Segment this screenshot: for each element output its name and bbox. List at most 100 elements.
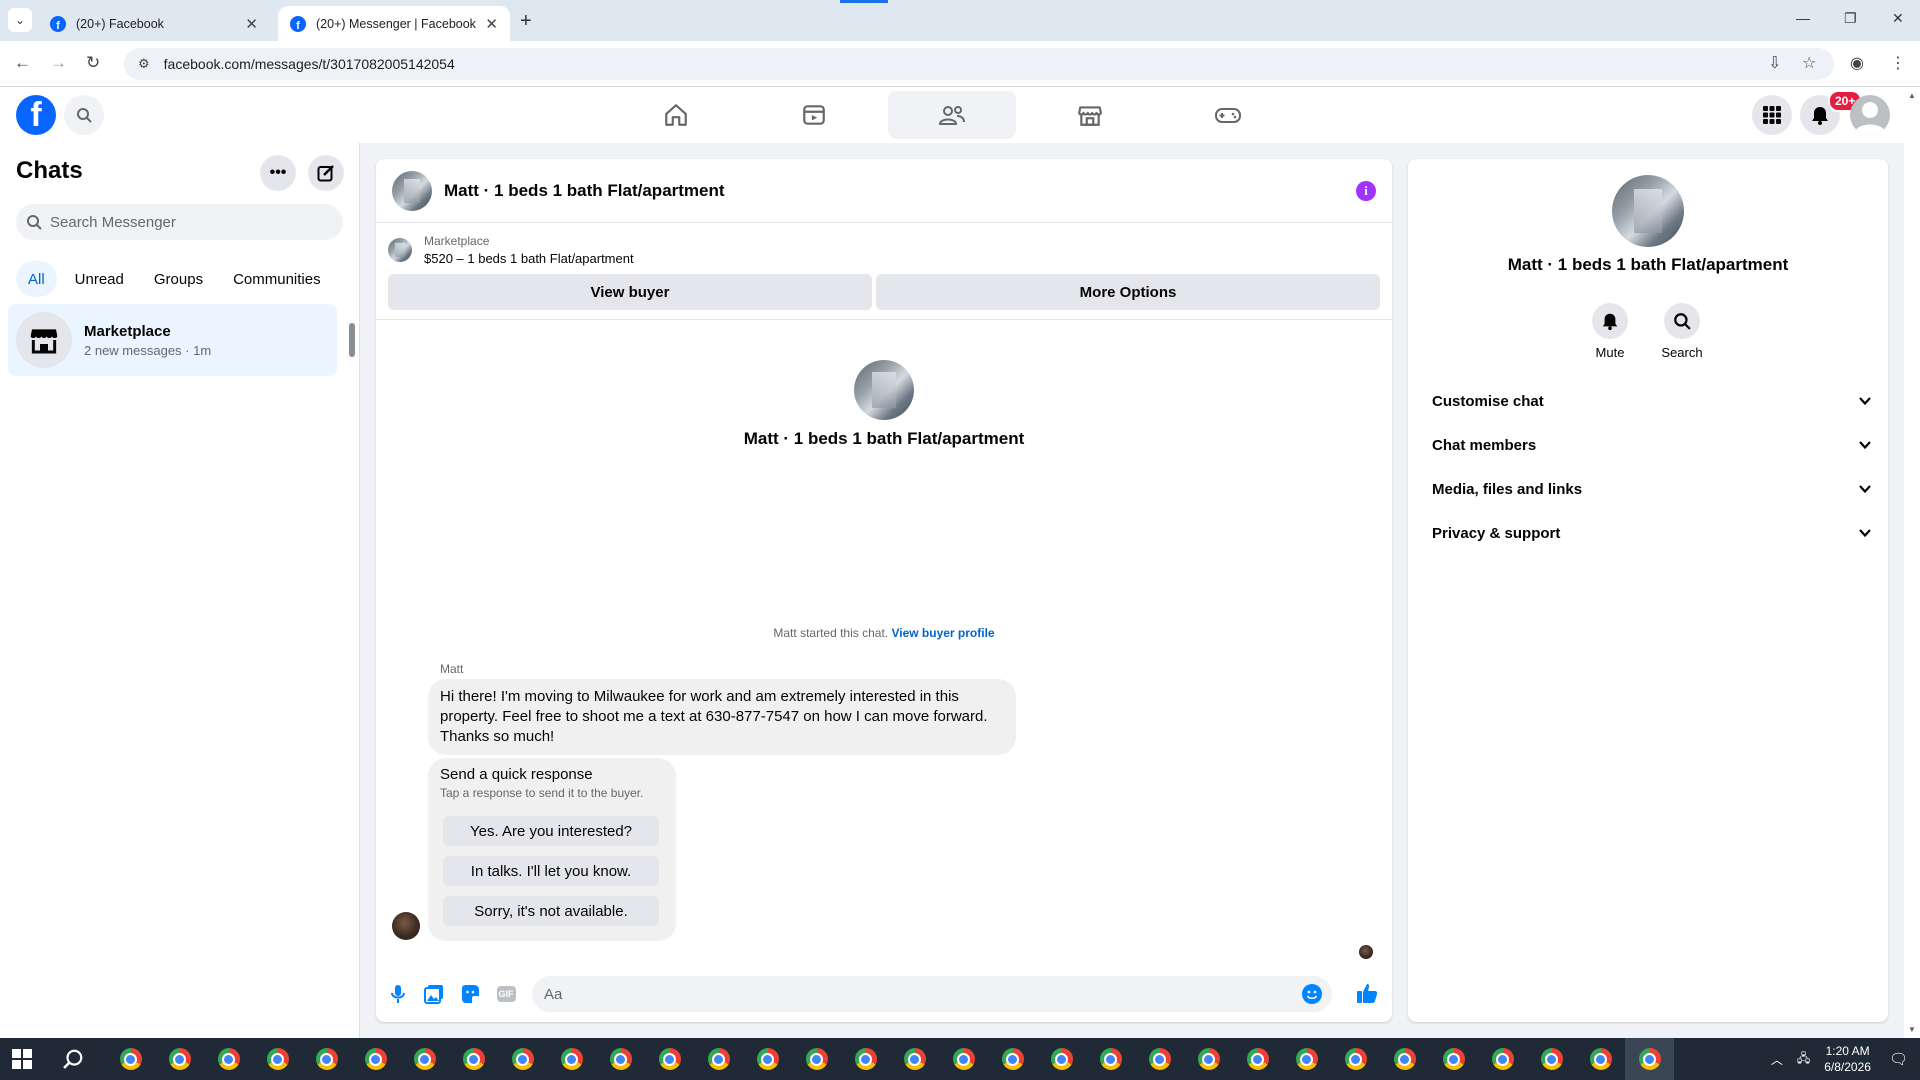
minimize-icon[interactable]: — (1796, 10, 1810, 26)
view-buyer-profile-link[interactable]: View buyer profile (891, 626, 994, 640)
install-app-icon[interactable]: ⇩ (1768, 53, 1781, 73)
back-icon[interactable]: ← (14, 53, 31, 73)
reload-icon[interactable]: ↻ (86, 53, 100, 73)
new-message-button[interactable] (308, 155, 344, 191)
attach-photo-button[interactable] (424, 984, 444, 1004)
sticker-button[interactable] (460, 984, 480, 1004)
filter-communities[interactable]: Communities (221, 261, 333, 297)
nav-video[interactable] (750, 91, 878, 139)
site-settings-icon[interactable]: ⚙ (138, 56, 150, 72)
section-chat-members[interactable]: Chat members (1416, 423, 1880, 467)
quick-response-option[interactable]: In talks. I'll let you know. (443, 856, 659, 886)
taskbar-chrome-app[interactable] (302, 1038, 351, 1080)
filter-groups[interactable]: Groups (142, 261, 215, 297)
taskbar-chrome-app[interactable] (204, 1038, 253, 1080)
taskbar-chrome-app[interactable] (1135, 1038, 1184, 1080)
taskbar-chrome-app[interactable] (743, 1038, 792, 1080)
taskbar-chrome-app[interactable] (253, 1038, 302, 1080)
chat-list-item[interactable]: Marketplace 2 new messages · 1m (8, 304, 337, 376)
search-messenger-input[interactable] (50, 213, 320, 231)
nav-gaming[interactable] (1164, 91, 1292, 139)
taskbar-chrome-app[interactable] (155, 1038, 204, 1080)
section-customise-chat[interactable]: Customise chat (1416, 379, 1880, 423)
taskbar-chrome-app[interactable] (351, 1038, 400, 1080)
message-input-field[interactable] (532, 976, 1332, 1012)
taskbar-chrome-app[interactable] (890, 1038, 939, 1080)
taskbar-chrome-app[interactable] (645, 1038, 694, 1080)
filter-unread[interactable]: Unread (63, 261, 136, 297)
quick-response-option[interactable]: Yes. Are you interested? (443, 816, 659, 846)
emoji-button[interactable] (1302, 984, 1322, 1004)
taskbar-chrome-app[interactable] (792, 1038, 841, 1080)
taskbar-chrome-app[interactable] (841, 1038, 890, 1080)
scroll-up-icon[interactable]: ▲ (1908, 91, 1916, 100)
close-window-icon[interactable]: ✕ (1892, 10, 1904, 27)
taskbar-chrome-app[interactable] (1478, 1038, 1527, 1080)
url-omnibox[interactable]: ⚙ facebook.com/messages/t/30170820051420… (124, 48, 1834, 80)
search-in-conversation-button[interactable]: Search (1652, 303, 1712, 360)
network-icon[interactable]: 🖧 (1797, 1049, 1810, 1070)
taskbar-chrome-app[interactable] (106, 1038, 155, 1080)
taskbar-chrome-app[interactable] (547, 1038, 596, 1080)
facebook-logo[interactable]: f (16, 95, 56, 135)
info-icon[interactable]: i (1356, 181, 1376, 201)
browser-tab-facebook[interactable]: f (20+) Facebook ✕ (38, 6, 270, 41)
forward-icon[interactable]: → (50, 53, 67, 73)
taskbar-chrome-app[interactable] (498, 1038, 547, 1080)
chat-options-button[interactable]: ••• (260, 155, 296, 191)
close-icon[interactable]: ✕ (485, 15, 498, 33)
nav-home[interactable] (612, 91, 740, 139)
taskbar-chrome-app[interactable] (400, 1038, 449, 1080)
taskbar-chrome-app[interactable] (596, 1038, 645, 1080)
voice-clip-button[interactable] (388, 984, 408, 1004)
tab-search-button[interactable]: ⌄ (8, 8, 32, 32)
taskbar-chrome-app[interactable] (1380, 1038, 1429, 1080)
browser-menu-icon[interactable]: ⋮ (1890, 53, 1906, 73)
nav-friends[interactable] (888, 91, 1016, 139)
view-buyer-button[interactable]: View buyer (388, 274, 872, 310)
profile-icon[interactable]: ◉ (1850, 53, 1864, 73)
conversation-title[interactable]: Matt · 1 beds 1 bath Flat/apartment (444, 181, 725, 201)
taskbar-chrome-app[interactable] (1625, 1038, 1674, 1080)
gif-button[interactable]: GIF (496, 984, 516, 1004)
listing-title[interactable]: $520 – 1 beds 1 bath Flat/apartment (424, 251, 634, 266)
taskbar-search-button[interactable] (62, 1048, 84, 1075)
restore-icon[interactable]: ❐ (1844, 10, 1857, 27)
notification-center-icon[interactable]: 🗨 (1889, 1050, 1908, 1068)
sender-avatar[interactable] (392, 912, 420, 940)
taskbar-chrome-app[interactable] (1037, 1038, 1086, 1080)
message-input[interactable] (544, 985, 1284, 1003)
page-scrollbar[interactable]: ▲ ▼ (1904, 87, 1920, 1038)
filter-all[interactable]: All (16, 261, 57, 297)
taskbar-chrome-app[interactable] (1527, 1038, 1576, 1080)
chat-list-scrollbar[interactable] (349, 323, 355, 357)
close-icon[interactable]: ✕ (245, 15, 258, 33)
message-bubble[interactable]: Hi there! I'm moving to Milwaukee for wo… (428, 679, 1016, 755)
taskbar-chrome-app[interactable] (988, 1038, 1037, 1080)
taskbar-chrome-app[interactable] (1184, 1038, 1233, 1080)
search-messenger-field[interactable] (16, 204, 343, 240)
section-privacy-support[interactable]: Privacy & support (1416, 511, 1880, 555)
taskbar-chrome-app[interactable] (1576, 1038, 1625, 1080)
new-tab-button[interactable]: + (520, 10, 532, 33)
taskbar-chrome-app[interactable] (939, 1038, 988, 1080)
taskbar-chrome-app[interactable] (1086, 1038, 1135, 1080)
tray-chevron-icon[interactable]: ︿ (1771, 1051, 1783, 1068)
listing-avatar[interactable] (392, 170, 432, 211)
section-media-files-links[interactable]: Media, files and links (1416, 467, 1880, 511)
taskbar-chrome-app[interactable] (1282, 1038, 1331, 1080)
windows-start-icon[interactable] (12, 1049, 32, 1069)
quick-response-option[interactable]: Sorry, it's not available. (443, 896, 659, 926)
taskbar-clock[interactable]: 1:20 AM 6/8/2026 (1824, 1043, 1871, 1075)
taskbar-chrome-app[interactable] (1233, 1038, 1282, 1080)
taskbar-chrome-app[interactable] (1429, 1038, 1478, 1080)
taskbar-chrome-app[interactable] (449, 1038, 498, 1080)
nav-marketplace[interactable] (1026, 91, 1154, 139)
menu-button[interactable] (1752, 95, 1792, 135)
details-avatar[interactable] (1612, 175, 1684, 247)
browser-tab-messenger[interactable]: f (20+) Messenger | Facebook ✕ (278, 6, 510, 41)
like-button[interactable] (1356, 982, 1378, 1004)
more-options-button[interactable]: More Options (876, 274, 1380, 310)
scroll-down-icon[interactable]: ▼ (1908, 1025, 1916, 1034)
facebook-search-button[interactable] (64, 95, 104, 135)
